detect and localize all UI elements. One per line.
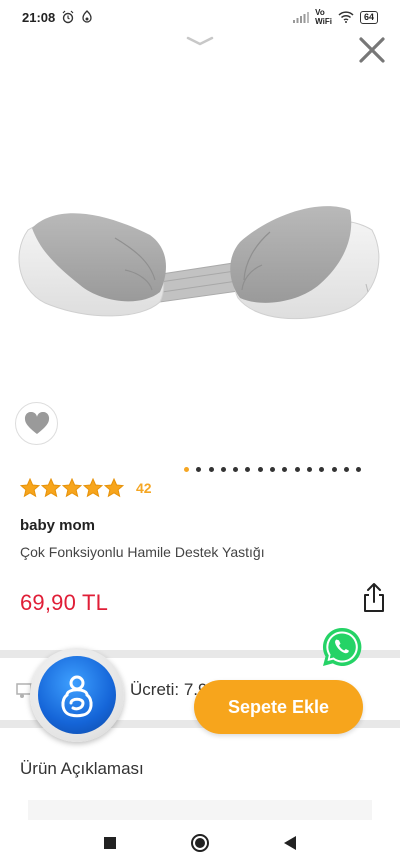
support-icon (61, 675, 93, 718)
whatsapp-icon[interactable] (320, 625, 364, 669)
nav-home-button[interactable] (189, 832, 211, 854)
star-icon (62, 478, 82, 498)
notification-icon (82, 10, 92, 23)
carousel-dot[interactable] (270, 467, 276, 472)
signal-icon (293, 12, 310, 23)
carousel-dot[interactable] (196, 467, 202, 472)
close-icon[interactable] (356, 34, 388, 66)
status-left: 21:08 (22, 10, 93, 25)
chevron-down-icon[interactable] (186, 36, 214, 46)
volte-top: Vo (315, 8, 325, 17)
carousel-dot[interactable] (331, 467, 337, 472)
product-image[interactable] (0, 70, 400, 460)
wifi-icon (338, 11, 354, 23)
carousel-dot[interactable] (343, 467, 349, 472)
status-bar: 21:08 Vo WiFi 64 (0, 0, 400, 34)
image-carousel-dots[interactable] (184, 467, 362, 472)
carousel-dot[interactable] (306, 467, 312, 472)
nav-recents-button[interactable] (99, 832, 121, 854)
carousel-dot[interactable] (220, 467, 226, 472)
carousel-dot[interactable] (208, 467, 214, 472)
rating-stars (20, 478, 124, 498)
share-icon[interactable] (362, 582, 386, 614)
favorite-button[interactable] (15, 402, 58, 445)
nav-home-icon (191, 834, 209, 852)
carousel-dot[interactable] (319, 467, 325, 472)
carousel-dot[interactable] (233, 467, 239, 472)
star-icon (104, 478, 124, 498)
product-brand[interactable]: baby mom (20, 517, 95, 534)
carousel-dot[interactable] (294, 467, 300, 472)
system-nav-bar (0, 820, 400, 866)
star-icon (41, 478, 61, 498)
battery-indicator: 64 (359, 10, 378, 24)
nav-back-icon (284, 836, 296, 850)
carousel-dot[interactable] (184, 467, 189, 472)
heart-icon (24, 411, 49, 434)
nav-back-button[interactable] (279, 832, 301, 854)
support-icon-bg (38, 656, 116, 734)
carousel-dot[interactable] (245, 467, 251, 472)
volte-label: Vo WiFi (315, 8, 332, 26)
product-description-title[interactable]: Ürün Açıklaması (20, 759, 144, 779)
product-name: Çok Fonksiyonlu Hamile Destek Yastığı (20, 544, 265, 560)
review-count[interactable]: 42 (136, 480, 152, 496)
carousel-dot[interactable] (356, 467, 362, 472)
add-to-cart-button[interactable]: Sepete Ekle (194, 680, 363, 734)
status-time: 21:08 (22, 9, 56, 25)
status-right: Vo WiFi 64 (293, 8, 378, 26)
star-icon (20, 478, 40, 498)
top-bar (0, 34, 400, 70)
carousel-dot[interactable] (282, 467, 288, 472)
nav-recents-icon (104, 837, 116, 849)
volte-bottom: WiFi (315, 17, 332, 26)
alarm-icon (62, 10, 74, 24)
product-description-card (28, 800, 372, 820)
support-chat-button[interactable] (30, 648, 124, 742)
product-rating[interactable]: 42 (20, 478, 152, 498)
product-price: 69,90 TL (20, 590, 109, 615)
carousel-dot[interactable] (257, 467, 263, 472)
star-icon (83, 478, 103, 498)
